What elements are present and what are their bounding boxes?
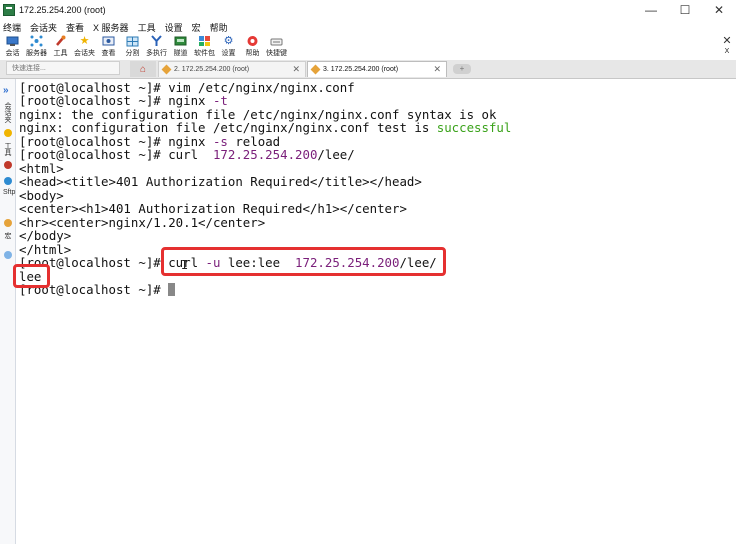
toolbar-split-button[interactable]: 分割: [121, 34, 144, 60]
side-panel: » 会话夹 工具 Sftp 宏: [0, 79, 16, 544]
tab-session-3[interactable]: 3. 172.25.254.200 (root) ✕: [307, 61, 447, 77]
maximize-button[interactable]: ☐: [668, 0, 702, 20]
text-cursor-icon: I: [181, 258, 189, 272]
star-icon: [4, 129, 12, 137]
star-icon: ★: [79, 35, 90, 47]
terminal-line: <html>: [19, 161, 64, 176]
terminal-text: <head><title>401 Authorization Required<…: [19, 174, 422, 189]
window-controls: — ☐ ✕: [634, 0, 736, 20]
new-tab-button[interactable]: +: [453, 64, 471, 74]
quick-connect-input[interactable]: [6, 61, 120, 75]
menu-sessions[interactable]: 会话夹: [27, 21, 63, 34]
tab-label: 3. 172.25.254.200 (root): [323, 66, 399, 73]
sidebar-tab-sessions[interactable]: 会话夹: [3, 103, 13, 124]
toolbar-keyboard-button[interactable]: 快捷键: [265, 34, 288, 60]
settings-icon: ⚙: [223, 35, 234, 47]
tab-label: 2. 172.25.254.200 (root): [174, 66, 250, 73]
menu-settings[interactable]: 设置: [162, 21, 189, 34]
terminal-line: [root@localhost ~]# nginx -t: [19, 94, 228, 108]
terminal-line: <head><title>401 Authorization Required<…: [19, 175, 422, 189]
menu-terminal[interactable]: 终端: [0, 21, 27, 34]
terminal-line: nginx: the configuration file /etc/nginx…: [19, 107, 496, 122]
terminal-line: </body>: [19, 229, 71, 243]
toolbar: 会话 服务器 工具 ★ 会话夹 查看 分割 多执行 隧道 软件包 ⚙ 设置 帮助: [0, 34, 736, 60]
terminal-line: [root@localhost ~]# curl 172.25.254.200/…: [19, 148, 355, 162]
terminal-text: /lee/: [317, 147, 355, 162]
close-tab-icon[interactable]: ✕: [292, 64, 300, 75]
servers-icon: [30, 35, 44, 47]
macro-icon: [4, 219, 12, 227]
terminal-area[interactable]: [root@localhost ~]# vim /etc/nginx/nginx…: [16, 79, 736, 544]
multiexec-icon: [150, 35, 164, 47]
terminal-line: [root@localhost ~]# vim /etc/nginx/nginx…: [19, 80, 355, 95]
view-icon: [102, 35, 116, 47]
highlight-box-output: [13, 264, 50, 288]
packages-icon: [198, 35, 212, 47]
expand-sidebar-icon[interactable]: »: [3, 85, 9, 96]
terminal-line: <hr><center>nginx/1.20.1</center>: [19, 215, 265, 230]
keyboard-icon: [270, 35, 284, 47]
session-icon: [6, 35, 20, 47]
toolbar-favorites-button[interactable]: ★ 会话夹: [73, 34, 96, 60]
tools-icon: [4, 161, 12, 169]
close-tab-icon[interactable]: ✕: [433, 64, 441, 75]
toolbar-session-button[interactable]: 会话: [1, 34, 24, 60]
highlight-box-command: [161, 247, 446, 276]
terminal-line: <center><h1>401 Authorization Required</…: [19, 202, 407, 216]
menu-tools[interactable]: 工具: [135, 21, 162, 34]
macro-record-icon: [4, 251, 12, 259]
terminal-line: nginx: configuration file /etc/nginx/ngi…: [19, 121, 511, 135]
tab-session-2[interactable]: 2. 172.25.254.200 (root) ✕: [158, 61, 306, 77]
toolbar-multiexec-button[interactable]: 多执行: [145, 34, 168, 60]
toolbar-servers-button[interactable]: 服务器: [25, 34, 48, 60]
menu-view[interactable]: 查看: [63, 21, 90, 34]
home-tab[interactable]: ⌂: [130, 61, 156, 77]
toolbar-settings-button[interactable]: ⚙ 设置: [217, 34, 240, 60]
sidebar-tab-tools[interactable]: 工具: [3, 143, 13, 157]
sidebar-tab-macros[interactable]: 宏: [3, 233, 13, 240]
menu-help[interactable]: 帮助: [207, 21, 234, 34]
app-terminal-icon: [3, 4, 15, 16]
window-title: 172.25.254.200 (root): [19, 5, 106, 15]
toolbar-packages-button[interactable]: 软件包: [193, 34, 216, 60]
toolbar-tools-button[interactable]: 工具: [49, 34, 72, 60]
toolbar-tunnel-button[interactable]: 隧道: [169, 34, 192, 60]
menu-xserver[interactable]: X 服务器: [90, 21, 135, 34]
sftp-icon: [4, 177, 12, 185]
terminal-text: successful: [436, 120, 512, 135]
xserver-icon: ✕: [722, 35, 732, 47]
minimize-button[interactable]: —: [634, 0, 668, 20]
window-titlebar: 172.25.254.200 (root) — ☐ ✕: [0, 0, 736, 21]
terminal-tab-icon: [310, 64, 321, 75]
terminal-text: 172.25.254.200: [212, 147, 318, 162]
terminal-cursor: [168, 283, 176, 296]
toolbar-view-button[interactable]: 查看: [97, 34, 120, 60]
split-icon: [126, 35, 140, 47]
terminal-line: </html>: [19, 242, 71, 257]
toolbar-xserver-button[interactable]: ✕ X: [720, 34, 734, 55]
terminal-line: [root@localhost ~]# nginx -s reload: [19, 134, 280, 149]
menu-bar: 终端 会话夹 查看 X 服务器 工具 设置 宏 帮助: [0, 20, 736, 34]
close-button[interactable]: ✕: [702, 0, 736, 20]
home-icon: ⌂: [139, 63, 147, 75]
toolbar-help-button[interactable]: 帮助: [241, 34, 264, 60]
terminal-tab-icon: [161, 64, 172, 75]
tools-icon: [54, 35, 68, 47]
tunnel-icon: [174, 35, 188, 47]
help-icon: [246, 35, 260, 47]
tab-bar: ⌂ 2. 172.25.254.200 (root) ✕ 3. 172.25.2…: [0, 60, 736, 79]
menu-macros[interactable]: 宏: [189, 21, 207, 34]
sidebar-tab-sftp[interactable]: Sftp: [3, 189, 15, 196]
terminal-line: <body>: [19, 188, 64, 203]
